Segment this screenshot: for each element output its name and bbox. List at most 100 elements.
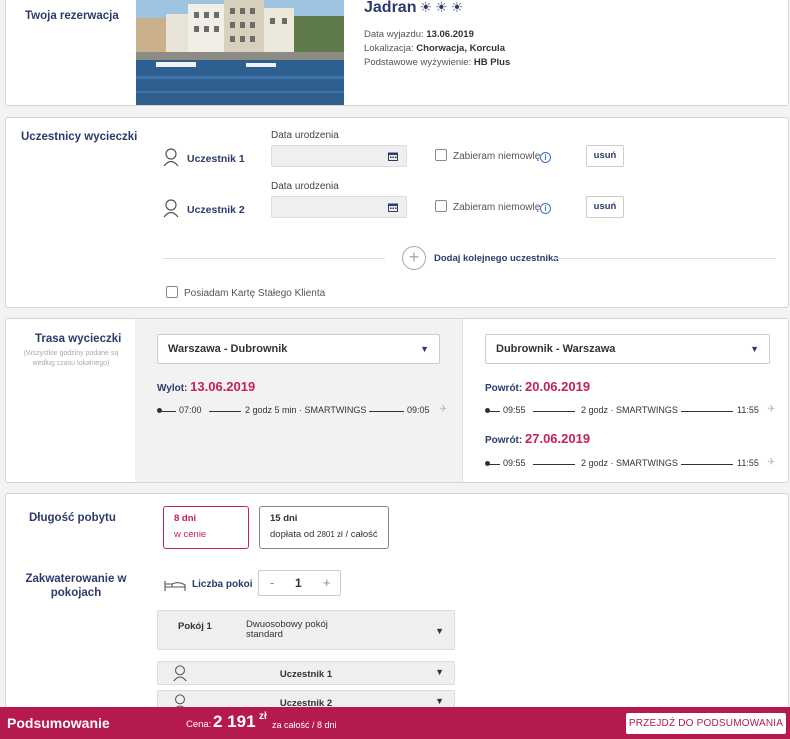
infant-checkbox[interactable] (435, 149, 447, 161)
chevron-down-icon: ▼ (420, 344, 429, 354)
chevron-down-icon: ▼ (435, 696, 444, 706)
return-flight: 09:55 2 godz · SMARTWINGS 11:55 ✈ (485, 404, 780, 417)
participants-card: Uczestnicy wycieczki Uczestnik 1 Data ur… (5, 117, 789, 308)
room-type: Dwuosobowy pokój standard (246, 619, 328, 640)
dob-label: Data urodzenia (271, 181, 339, 192)
departure-time: 09:55 (503, 458, 526, 468)
board-type: Podstawowe wyżywienie: HB Plus (364, 57, 511, 68)
add-participant-button[interactable]: Dodaj kolejnego uczestnika (434, 253, 559, 264)
bed-icon (164, 581, 186, 591)
return-date: Powrót: 20.06.2019 (485, 379, 591, 394)
info-icon[interactable]: i (540, 152, 551, 163)
rooms-label: Liczba pokoi (192, 579, 253, 590)
rooms-increment-button[interactable]: + (323, 575, 331, 590)
flight-line (681, 411, 733, 412)
flight-line (533, 411, 575, 412)
sun-rating-icon: ☀ (450, 0, 464, 15)
hotel-photo[interactable] (136, 0, 344, 105)
infant-label: Zabieram niemowlę (453, 202, 541, 213)
location: Lokalizacja: Chorwacja, Korcula (364, 43, 505, 54)
route-note: (Wszystkie godziny podane są według czas… (23, 350, 119, 367)
departure-time: 09:55 (503, 405, 526, 415)
outbound-flight: 07:00 2 godz 5 min · SMARTWINGS 09:05 ✈ (157, 404, 452, 417)
rooms-stepper: - 1 + (258, 570, 341, 596)
duration-title: Długość pobytu (29, 512, 116, 524)
flight-info: 2 godz · SMARTWINGS (581, 458, 678, 468)
summary-title: Podsumowanie (7, 715, 110, 731)
plane-icon: ✈ (767, 404, 776, 415)
loyalty-checkbox[interactable] (166, 286, 178, 298)
summary-bar: Podsumowanie Cena: 2 191 zł za całość / … (0, 707, 790, 739)
sun-rating-icon: ☀ (435, 0, 448, 15)
participant-row: Uczestnik 1 Data urodzenia Zabieram niem… (6, 130, 788, 180)
rooms-count: 1 (295, 576, 302, 590)
dob-label: Data urodzenia (271, 130, 339, 141)
flight-line (161, 411, 176, 412)
total-price: 2 191 (213, 712, 256, 731)
reservation-card: Twoja rezerwacja Jadran ☀ ☀ ☀ Data wyjaz… (5, 0, 789, 106)
dob-input[interactable] (271, 145, 407, 167)
duration-option-15[interactable]: 15 dni dopłata od 2801 zł / całość (259, 506, 389, 549)
outbound-date: Wylot: 13.06.2019 (157, 379, 256, 394)
flight-info: 2 godz · SMARTWINGS (581, 405, 678, 415)
chevron-down-icon: ▼ (750, 344, 759, 354)
return-column: Dubrownik - Warszawa ▼ Powrót: 20.06.201… (462, 319, 788, 482)
person-icon (163, 199, 179, 218)
flight-line (489, 411, 500, 412)
room-participant-select[interactable]: Uczestnik 1 ▼ (157, 661, 455, 685)
participant-name: Uczestnik 1 (187, 153, 245, 165)
route-label-column: Trasa wycieczki (Wszystkie godziny podan… (6, 319, 135, 482)
flight-line (681, 464, 733, 465)
route-card: Trasa wycieczki (Wszystkie godziny podan… (5, 318, 789, 483)
room-label: Pokój 1 (178, 621, 212, 632)
outbound-column: Warszawa - Dubrownik ▼ Wylot: 13.06.2019… (135, 319, 462, 482)
price-currency: zł (259, 711, 267, 722)
departure-time: 07:00 (179, 405, 202, 415)
arrival-time: 11:55 (737, 405, 759, 415)
price-note: za całość / 8 dni (272, 720, 337, 730)
participant-name: Uczestnik 2 (187, 204, 245, 216)
route-title: Trasa wycieczki (35, 333, 122, 345)
return-route-select[interactable]: Dubrownik - Warszawa ▼ (485, 334, 770, 364)
arrival-time: 09:05 (407, 405, 430, 415)
loyalty-label: Posiadam Kartę Stałego Klienta (184, 288, 326, 299)
go-to-summary-button[interactable]: PRZEJDŹ DO PODSUMOWANIA (626, 713, 786, 734)
chevron-down-icon: ▼ (435, 667, 444, 677)
outbound-route-select[interactable]: Warszawa - Dubrownik ▼ (157, 334, 440, 364)
flight-line (533, 464, 575, 465)
room-participant-name: Uczestnik 1 (279, 669, 333, 680)
info-icon[interactable]: i (540, 203, 551, 214)
rooms-decrement-button[interactable]: - (270, 575, 274, 590)
infant-label: Zabieram niemowlę (453, 151, 541, 162)
flight-line (369, 411, 404, 412)
divider (554, 258, 776, 259)
dob-input[interactable] (271, 196, 407, 218)
accommodation-title: Zakwaterowanie w pokojach (25, 573, 127, 599)
hotel-name: Jadran ☀ ☀ ☀ (364, 0, 464, 16)
plane-icon: ✈ (439, 404, 448, 415)
calendar-icon[interactable] (388, 152, 398, 161)
return-flight: 09:55 2 godz · SMARTWINGS 11:55 ✈ (485, 457, 780, 470)
participant-row: Uczestnik 2 Data urodzenia Zabieram niem… (6, 181, 788, 231)
return-date: Powrót: 27.06.2019 (485, 431, 591, 446)
arrival-time: 11:55 (737, 458, 759, 468)
calendar-icon[interactable] (388, 203, 398, 212)
duration-option-8[interactable]: 8 dni w cenie (163, 506, 249, 549)
sun-rating-icon: ☀ (419, 0, 433, 15)
flight-line (489, 464, 500, 465)
departure-date: Data wyjazdu: 13.06.2019 (364, 29, 474, 40)
remove-participant-button[interactable]: usuń (586, 145, 624, 167)
add-participant-icon[interactable]: + (402, 246, 426, 270)
plane-icon: ✈ (767, 457, 776, 468)
divider (163, 258, 385, 259)
flight-info: 2 godz 5 min · SMARTWINGS (245, 405, 367, 415)
room-type-select[interactable]: Pokój 1 Dwuosobowy pokój standard ▼ (157, 610, 455, 650)
person-icon (163, 148, 179, 167)
stay-card: Długość pobytu 8 dni w cenie 15 dni dopł… (5, 493, 789, 713)
reservation-title: Twoja rezerwacja (25, 10, 119, 22)
price-label: Cena: (186, 719, 212, 730)
chevron-down-icon: ▼ (435, 626, 444, 636)
flight-line (209, 411, 241, 412)
remove-participant-button[interactable]: usuń (586, 196, 624, 218)
infant-checkbox[interactable] (435, 200, 447, 212)
